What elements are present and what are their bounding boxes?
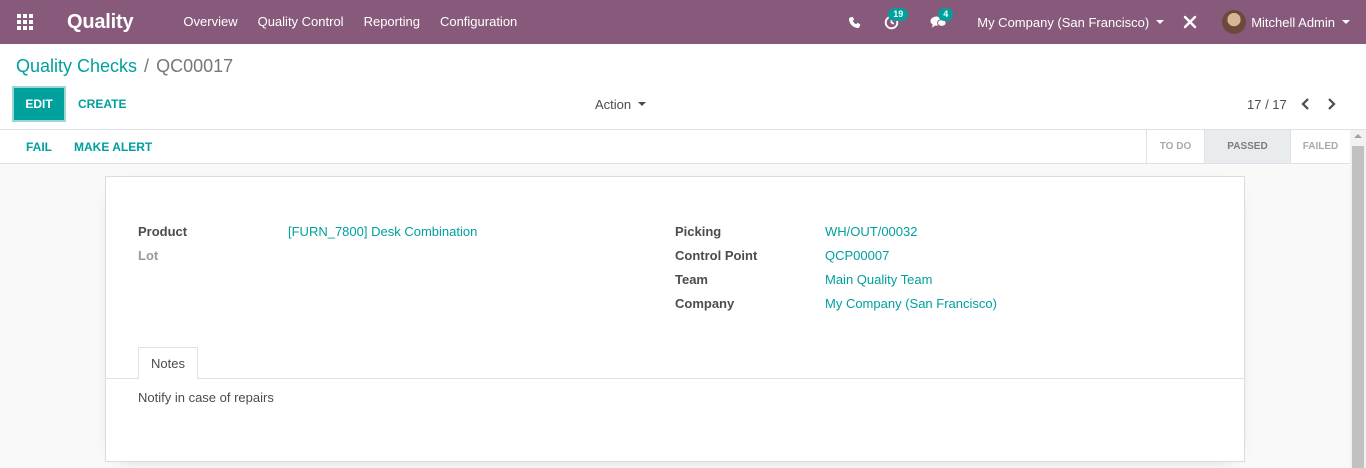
activity-icon[interactable]: 19 <box>875 0 915 44</box>
messages-icon[interactable]: 4 <box>921 0 961 44</box>
menu-item-reporting[interactable]: Reporting <box>354 0 430 44</box>
action-dropdown[interactable]: Action <box>595 88 647 120</box>
breadcrumb: Quality Checks / QC00017 <box>16 56 233 77</box>
lot-label: Lot <box>138 248 159 263</box>
activity-count-badge: 19 <box>888 8 909 21</box>
top-navbar: Quality Overview Quality Control Reporti… <box>0 0 1366 44</box>
phone-icon[interactable] <box>839 0 869 44</box>
product-label: Product <box>138 224 188 239</box>
scroll-up-arrow-icon[interactable] <box>1354 134 1362 138</box>
chevron-right-icon[interactable] <box>1321 88 1343 120</box>
stage-failed[interactable]: FAILED <box>1290 130 1350 163</box>
breadcrumb-separator: / <box>144 56 150 76</box>
team-field[interactable]: Main Quality Team <box>825 272 932 287</box>
user-menu[interactable]: Mitchell Admin <box>1222 10 1350 34</box>
chevron-down-icon <box>1156 20 1165 24</box>
control-point-label: Control Point <box>675 248 758 263</box>
menu-item-configuration[interactable]: Configuration <box>430 0 527 44</box>
action-dropdown-label: Action <box>595 96 632 112</box>
team-label: Team <box>675 272 708 287</box>
scrollbar-thumb[interactable] <box>1352 146 1364 468</box>
stage-to-do[interactable]: TO DO <box>1146 130 1204 163</box>
scrollbar[interactable] <box>1350 130 1366 468</box>
form-sheet: Product [FURN_7800] Desk Combination Lot… <box>105 176 1245 462</box>
picking-label: Picking <box>675 224 722 239</box>
product-field[interactable]: [FURN_7800] Desk Combination <box>288 224 477 239</box>
company-switcher-label: My Company (San Francisco) <box>977 14 1150 30</box>
debug-tools-icon[interactable] <box>1170 0 1210 44</box>
notebook-tabs: Notes <box>106 347 1244 380</box>
chevron-down-icon <box>638 102 647 106</box>
pager-value[interactable]: 17 / 17 <box>1247 97 1287 112</box>
avatar <box>1222 10 1247 34</box>
pager: 17 / 17 <box>1247 88 1343 120</box>
breadcrumb-current-record: QC00017 <box>156 56 234 76</box>
user-name: Mitchell Admin <box>1251 14 1335 30</box>
control-point-field[interactable]: QCP00007 <box>825 248 889 263</box>
message-count-badge: 4 <box>938 8 954 21</box>
company-switcher[interactable]: My Company (San Francisco) <box>977 14 1165 30</box>
app-name[interactable]: Quality <box>67 11 134 34</box>
make-alert-button[interactable]: MAKE ALERT <box>74 130 152 163</box>
menu-item-overview[interactable]: Overview <box>173 0 247 44</box>
chevron-left-icon[interactable] <box>1295 88 1317 120</box>
apps-menu-icon[interactable] <box>0 0 50 44</box>
picking-field[interactable]: WH/OUT/00032 <box>825 224 917 239</box>
company-label: Company <box>675 296 735 311</box>
notes-content[interactable]: Notify in case of repairs <box>138 390 274 405</box>
chevron-down-icon <box>1342 20 1350 24</box>
stage-selector: TO DO PASSED FAILED <box>1146 130 1350 163</box>
menu-item-quality-control[interactable]: Quality Control <box>248 0 354 44</box>
main-menu: Overview Quality Control Reporting Confi… <box>173 0 527 44</box>
navbar-systray: 19 4 My Company (San Francisco) Mitchell… <box>839 0 1366 44</box>
stage-passed[interactable]: PASSED <box>1204 130 1290 163</box>
edit-button[interactable]: EDIT <box>14 88 64 120</box>
form-statusbar: FAIL MAKE ALERT TO DO PASSED FAILED <box>0 130 1350 164</box>
control-panel: Quality Checks / QC00017 EDIT CREATE Act… <box>0 44 1366 130</box>
create-button[interactable]: CREATE <box>78 88 126 120</box>
company-field[interactable]: My Company (San Francisco) <box>825 296 997 311</box>
fail-button[interactable]: FAIL <box>26 130 52 163</box>
breadcrumb-quality-checks[interactable]: Quality Checks <box>16 56 137 77</box>
tab-notes[interactable]: Notes <box>138 347 198 380</box>
